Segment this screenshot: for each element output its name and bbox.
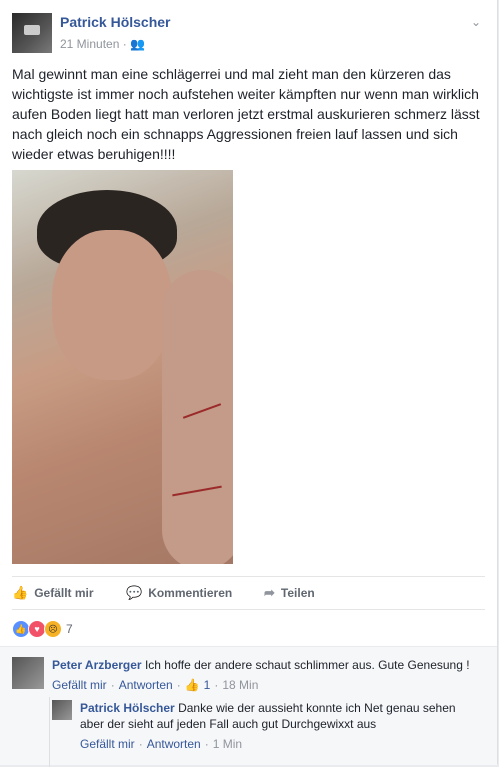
reactions-summary[interactable]: 👍 ♥ ☹ 7 [12,620,73,638]
post-header: Patrick Hölscher 21 Minuten · 👥 ⌄ [12,11,485,55]
thread-line [49,697,50,767]
comments-section: Peter Arzberger Ich hoffe der andere sch… [0,646,497,767]
comment-label: Kommentieren [148,586,233,600]
reply-like-link[interactable]: Gefällt mir [80,737,135,751]
separator-dot: · [204,737,209,751]
comment-reply-link[interactable]: Antworten [119,678,173,692]
author-name[interactable]: Patrick Hölscher [60,14,171,30]
post-meta: 21 Minuten · 👥 [60,37,145,51]
comment-button[interactable]: 💬 Kommentieren [126,585,232,601]
thumbs-up-icon: 👍 [184,678,200,692]
reply-avatar[interactable] [52,700,72,720]
comment-icon: 💬 [126,585,143,600]
sad-reaction-icon: ☹ [44,620,62,638]
photo-face [52,230,172,380]
comment-like-link[interactable]: Gefällt mir [52,678,107,692]
like-button[interactable]: 👍 Gefällt mir [12,585,94,601]
like-label: Gefällt mir [34,586,94,600]
separator-dot: · [214,678,219,692]
reaction-count: 7 [66,622,73,636]
friends-icon[interactable]: 👥 [130,37,145,51]
author-avatar[interactable] [12,13,52,53]
reply-author[interactable]: Patrick Hölscher [80,701,175,715]
thumbs-up-icon: 👍 [12,585,29,600]
separator-dot: · [110,678,115,692]
reply-body: Patrick Hölscher Danke wie der aussieht … [80,700,475,732]
post-actions: 👍 Gefällt mir 💬 Kommentieren ➦ Teilen [12,576,485,610]
separator-dot: · [122,37,131,51]
comment-author[interactable]: Peter Arzberger [52,658,142,672]
separator-dot: · [138,737,143,751]
comment-body: Peter Arzberger Ich hoffe der andere sch… [52,657,482,673]
comment-time[interactable]: 18 Min [222,678,258,692]
reply-links: Gefällt mir · Antworten · 1 Min [80,737,242,751]
chevron-down-icon[interactable]: ⌄ [471,15,481,29]
post-text: Mal gewinnt man eine schlägerrei und mal… [12,66,480,162]
comment-like-count[interactable]: 1 [204,678,211,692]
comment-links: Gefällt mir · Antworten · 👍 1 · 18 Min [52,678,258,692]
photo-arm [162,270,233,564]
comment-text: Ich hoffe der andere schaut schlimmer au… [144,658,470,672]
comment-avatar[interactable] [12,657,44,689]
separator-dot: · [176,678,181,692]
post-time[interactable]: 21 Minuten [60,37,119,51]
share-button[interactable]: ➦ Teilen [264,585,315,601]
post-photo[interactable] [12,170,233,564]
reply-reply-link[interactable]: Antworten [147,737,201,751]
post-card: Patrick Hölscher 21 Minuten · 👥 ⌄ Mal ge… [0,0,498,767]
share-icon: ➦ [264,585,275,600]
share-label: Teilen [280,586,315,600]
reply-time[interactable]: 1 Min [213,737,242,751]
